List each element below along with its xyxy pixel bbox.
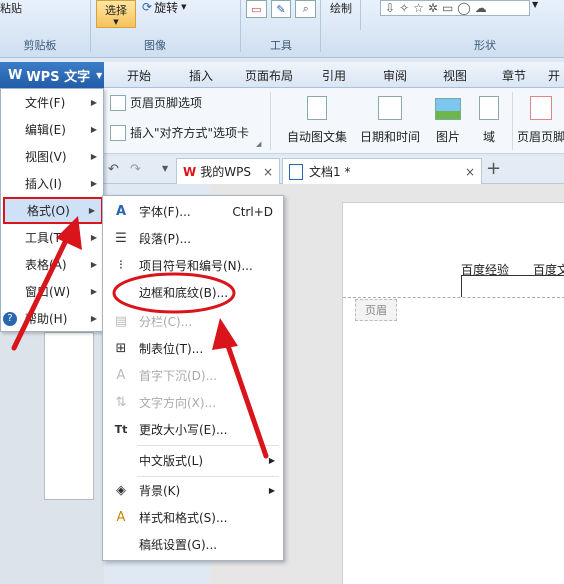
annotation-overlay — [11, 216, 269, 459]
annotation-arrow-right — [212, 318, 269, 459]
annotation-arrow-left — [11, 216, 82, 351]
highlight-ellipse — [112, 272, 236, 314]
